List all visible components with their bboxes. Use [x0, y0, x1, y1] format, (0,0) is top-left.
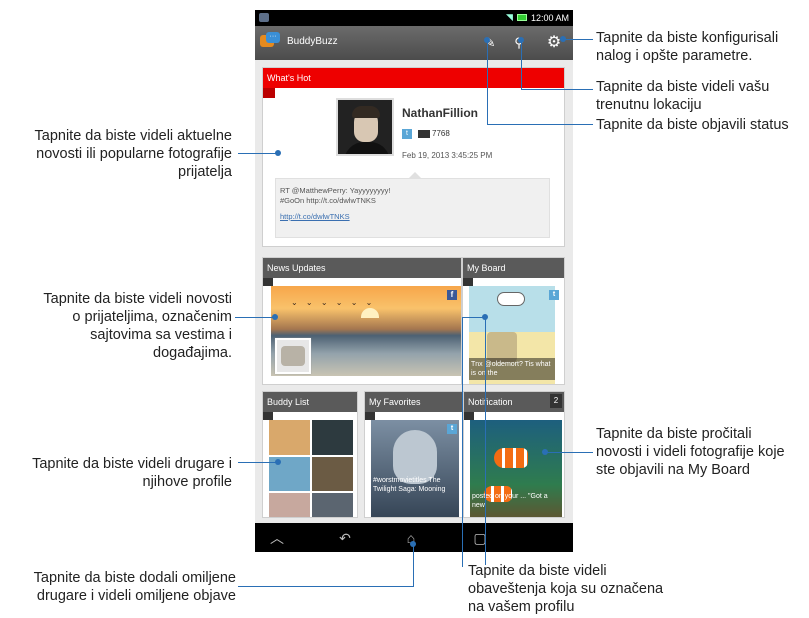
system-nav-bar: ︿ ↶ ⌂ ▢: [255, 523, 573, 552]
app-title: BuddyBuzz: [287, 36, 338, 47]
callout-whats-hot: Tapnite da biste videli aktuelne novosti…: [34, 128, 233, 180]
news-updates-tile[interactable]: News Updates ⌄ ⌄ ⌄ ⌄ ⌄ ⌄ f: [262, 257, 462, 385]
buddy-photo[interactable]: [312, 420, 353, 455]
whats-hot-card[interactable]: What's Hot NathanFillion t 7768 Feb 19, …: [262, 67, 565, 247]
followers-icon: [418, 130, 430, 138]
follower-count: 7768: [432, 129, 450, 138]
tablet-screen: ◥ 12:00 AM ··· BuddyBuzz ✎ ⚲ ⚙ What's Ho…: [255, 10, 573, 552]
board-caption: Tnx @oldemort? Tis what is on the: [469, 358, 555, 380]
app-bar: ··· BuddyBuzz ✎ ⚲ ⚙: [255, 26, 573, 60]
notification-icon: [259, 13, 269, 22]
callout-buddies: Tapnite da biste videli drugare i njihov…: [32, 456, 232, 490]
twitter-icon: t: [402, 129, 412, 139]
notification-tile[interactable]: Notification 2 posted on your ... "Got a…: [463, 391, 565, 518]
whats-hot-title: What's Hot: [263, 68, 564, 88]
user-name[interactable]: NathanFillion: [402, 106, 478, 120]
post-link[interactable]: http://t.co/dwlwTNKS: [280, 212, 545, 222]
callout-config: Tapnite da biste konfigurisali nalog i o…: [596, 30, 779, 64]
compose-icon[interactable]: ✎: [481, 34, 499, 52]
buddy-list-tile[interactable]: Buddy List: [262, 391, 358, 518]
post-text: RT @MatthewPerry: Yayyyyyyyy! #GoOn http…: [275, 178, 550, 238]
status-bar: ◥ 12:00 AM: [255, 10, 573, 26]
post-date: Feb 19, 2013 3:45:25 PM: [402, 151, 493, 160]
buddy-photo[interactable]: [312, 456, 353, 492]
notification-title: Notification: [464, 392, 564, 412]
up-arrow-icon[interactable]: ︿: [265, 528, 289, 548]
avatar[interactable]: [336, 98, 394, 156]
notification-count-badge: 2: [550, 394, 562, 408]
buddy-list-title: Buddy List: [263, 392, 357, 412]
buddy-photo[interactable]: [269, 420, 310, 455]
callout-notification: Tapnite da biste videli obaveštenja koja…: [468, 563, 664, 615]
favorite-photo: [371, 420, 459, 517]
my-favorites-tile[interactable]: My Favorites #worstmovietitles The Twili…: [364, 391, 463, 518]
back-icon[interactable]: ↶: [333, 528, 357, 548]
callout-board: Tapnite da biste pročitali novosti i vid…: [596, 426, 785, 478]
battery-icon: [516, 14, 527, 21]
callout-status: Tapnite da biste objavili status: [596, 117, 789, 133]
buddy-photo[interactable]: [269, 493, 310, 517]
my-favorites-title: My Favorites: [365, 392, 462, 412]
twitter-icon: t: [447, 424, 457, 434]
buddy-photo[interactable]: [312, 493, 353, 517]
my-board-title: My Board: [463, 258, 564, 278]
callout-location: Tapnite da biste videli vašu trenutnu lo…: [596, 79, 770, 113]
news-updates-title: News Updates: [263, 258, 461, 278]
favorite-caption: #worstmovietitles The Twilight Saga: Moo…: [373, 477, 446, 493]
callout-favorites: Tapnite da biste dodali omiljene drugare…: [33, 570, 236, 604]
my-board-tile[interactable]: My Board Tnx @oldemort? Tis what is on t…: [462, 257, 565, 385]
buddybuzz-logo-icon[interactable]: ···: [260, 32, 280, 50]
callout-news: Tapnite da biste videli novosti o prijat…: [43, 291, 232, 361]
facebook-icon: f: [447, 290, 457, 300]
twitter-icon: t: [549, 290, 559, 300]
news-thumbnail: [275, 338, 311, 374]
recent-apps-icon[interactable]: ▢: [468, 528, 492, 548]
clock: 12:00 AM: [530, 12, 569, 23]
buddy-photo-grid: [269, 420, 353, 517]
wifi-icon: ◥: [506, 12, 513, 22]
